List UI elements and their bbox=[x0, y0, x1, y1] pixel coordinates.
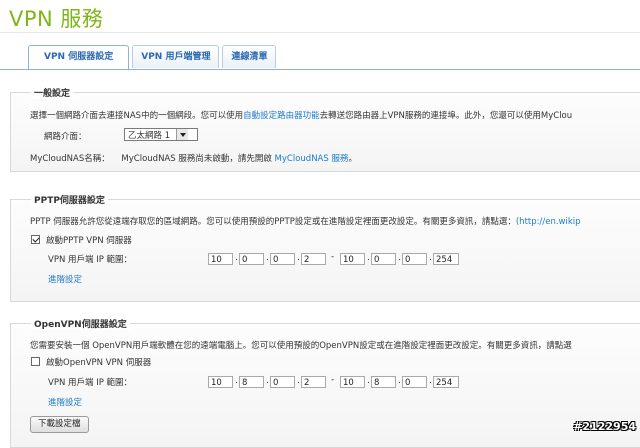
ip-separator-dot: . bbox=[398, 253, 401, 263]
pptp-ip-end-octet-4[interactable]: 254 bbox=[433, 253, 459, 265]
network-interface-label: 網路介面： bbox=[44, 132, 87, 142]
pptp-settings-legend: PPTP伺服器設定 bbox=[31, 193, 108, 206]
general-settings-panel: 一般設定 選擇一個網路介面去連接NAS中的一個網段。您可以使用自動設定路由器功能… bbox=[10, 86, 640, 172]
pptp-advanced-settings-link[interactable]: 進階設定 bbox=[48, 273, 82, 285]
pptp-enable-label: 啟動PPTP VPN 伺服器 bbox=[46, 236, 132, 246]
openvpn-ip-end-octet-1[interactable]: 10 bbox=[340, 376, 365, 388]
ip-range-dash: - bbox=[331, 375, 335, 385]
openvpn-description: 您需要安裝一個 OpenVPN用戶端軟體在您的遠端電腦上。您可以使用預設的Ope… bbox=[30, 341, 572, 351]
openvpn-ip-range-label: VPN 用戶端 IP 範圍： bbox=[48, 378, 133, 388]
page-title: VPN 服務 bbox=[9, 7, 104, 31]
general-description: 選擇一個網路介面去連接NAS中的一個網段。您可以使用自動設定路由器功能去轉送您路… bbox=[30, 109, 572, 121]
openvpn-ip-start-octet-1[interactable]: 10 bbox=[208, 376, 233, 388]
pptp-info-link[interactable]: (http://en.wikip bbox=[516, 217, 581, 227]
ip-separator-dot: . bbox=[429, 376, 432, 386]
pptp-ip-end-octet-1[interactable]: 10 bbox=[340, 253, 365, 265]
mycloudnas-row: MyCloudNAS名稱： MyCloudNAS 服務尚未啟動，請先開啟 MyC… bbox=[30, 152, 357, 164]
ip-separator-dot: . bbox=[297, 376, 300, 386]
pptp-description-text: PPTP 伺服器允許您從遠端存取您的區域網路。您可以使用預設的PPTP設定或在進… bbox=[30, 217, 516, 227]
network-interface-select[interactable]: 乙太網路 1 bbox=[124, 128, 198, 141]
watermark-id: #2122954 bbox=[573, 420, 636, 433]
general-description-text: 選擇一個網路介面去連接NAS中的一個網段。您可以使用 bbox=[30, 111, 244, 121]
ip-separator-dot: . bbox=[367, 376, 370, 386]
openvpn-settings-legend: OpenVPN伺服器設定 bbox=[31, 317, 130, 330]
ip-separator-dot: . bbox=[429, 253, 432, 263]
pptp-ip-start-octet-2[interactable]: 0 bbox=[239, 253, 264, 265]
openvpn-ip-end-octet-2[interactable]: 8 bbox=[371, 376, 396, 388]
pptp-ip-end-octet-3[interactable]: 0 bbox=[402, 253, 427, 265]
ip-range-dash: - bbox=[331, 252, 335, 262]
download-config-button[interactable]: 下載設定檔 bbox=[30, 416, 89, 433]
openvpn-ip-end-octet-4[interactable]: 254 bbox=[433, 376, 459, 388]
pptp-ip-end-octet-2[interactable]: 0 bbox=[371, 253, 396, 265]
openvpn-ip-start-octet-2[interactable]: 8 bbox=[239, 376, 264, 388]
tab-vpn-server-settings[interactable]: VPN 伺服器設定 bbox=[28, 45, 130, 71]
mycloudnas-status: MyCloudNAS 服務尚未啟動，請先開啟 bbox=[121, 154, 272, 164]
tab-bar: VPN 伺服器設定 VPN 用戶端管理 連線清單 bbox=[28, 45, 279, 71]
pptp-description: PPTP 伺服器允許您從遠端存取您的區域網路。您可以使用預設的PPTP設定或在進… bbox=[30, 215, 581, 227]
openvpn-ip-start-octet-4[interactable]: 2 bbox=[301, 376, 326, 388]
pptp-ip-range-label: VPN 用戶端 IP 範圍： bbox=[48, 255, 133, 265]
pptp-ip-start-octet-1[interactable]: 10 bbox=[208, 253, 233, 265]
pptp-ip-start-octet-3[interactable]: 0 bbox=[270, 253, 295, 265]
network-interface-value: 乙太網路 1 bbox=[128, 130, 171, 141]
tab-underline bbox=[0, 69, 640, 70]
mycloudnas-label: MyCloudNAS名稱： bbox=[30, 154, 110, 164]
general-settings-legend: 一般設定 bbox=[31, 86, 74, 99]
tab-vpn-client-management[interactable]: VPN 用戶端管理 bbox=[132, 45, 220, 68]
openvpn-enable-checkbox[interactable] bbox=[31, 357, 40, 366]
general-description-tail: 去轉送您路由器上VPN服務的連接埠。此外，您還可以使用MyClou bbox=[319, 111, 573, 121]
pptp-enable-checkbox[interactable] bbox=[31, 235, 40, 244]
pptp-ip-start-octet-4[interactable]: 2 bbox=[301, 253, 326, 265]
ip-separator-dot: . bbox=[235, 253, 238, 263]
openvpn-advanced-settings-link[interactable]: 進階設定 bbox=[48, 396, 82, 408]
openvpn-ip-start-octet-3[interactable]: 0 bbox=[270, 376, 295, 388]
title-divider bbox=[0, 32, 640, 33]
mycloudnas-period: 。 bbox=[348, 154, 357, 164]
ip-separator-dot: . bbox=[266, 253, 269, 263]
openvpn-ip-end-octet-3[interactable]: 0 bbox=[402, 376, 427, 388]
ip-separator-dot: . bbox=[235, 376, 238, 386]
ip-separator-dot: . bbox=[266, 376, 269, 386]
openvpn-enable-label: 啟動OpenVPN VPN 伺服器 bbox=[46, 358, 152, 368]
pptp-settings-panel: PPTP伺服器設定 PPTP 伺服器允許您從遠端存取您的區域網路。您可以使用預設… bbox=[10, 193, 640, 302]
ip-separator-dot: . bbox=[367, 253, 370, 263]
auto-router-config-link[interactable]: 自動設定路由器功能 bbox=[243, 111, 320, 121]
openvpn-settings-panel: OpenVPN伺服器設定 您需要安裝一個 OpenVPN用戶端軟體在您的遠端電腦… bbox=[10, 317, 640, 448]
mycloudnas-service-link[interactable]: MyCloudNAS 服務 bbox=[275, 154, 349, 164]
ip-separator-dot: . bbox=[398, 376, 401, 386]
tab-connection-list[interactable]: 連線清單 bbox=[222, 45, 277, 68]
chevron-down-icon bbox=[176, 129, 189, 140]
ip-separator-dot: . bbox=[297, 253, 300, 263]
